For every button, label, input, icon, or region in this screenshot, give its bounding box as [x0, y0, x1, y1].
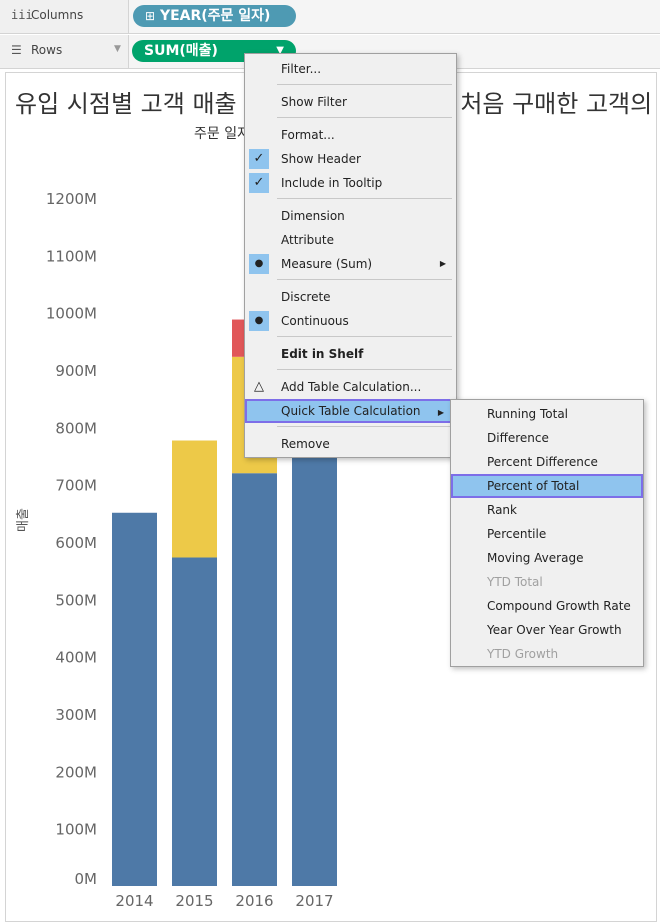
menu-item-percentile[interactable]: Percentile [451, 522, 643, 546]
menu-item-percent-of-total[interactable]: Percent of Total [451, 474, 643, 498]
quick-table-calculation-submenu: Running Total Difference Percent Differenc… [450, 399, 644, 667]
menu-item-continuous[interactable]: ● Continuous [245, 309, 456, 333]
menu-item-label: Show Filter [281, 95, 347, 109]
menu-item-show-header[interactable]: ✓ Show Header [245, 147, 456, 171]
menu-item-moving-average[interactable]: Moving Average [451, 546, 643, 570]
x-tick-label: 2016 [235, 892, 273, 910]
menu-item-label: Include in Tooltip [281, 176, 383, 190]
y-tick-label: 500M [55, 591, 97, 609]
submenu-arrow-icon: ▶ [437, 408, 444, 417]
menu-separator [277, 84, 452, 85]
menu-item-label: Discrete [281, 290, 331, 304]
y-tick-label: 1100M [46, 247, 97, 265]
menu-item-label: Running Total [487, 407, 569, 421]
menu-item-label: Year Over Year Growth [487, 623, 622, 637]
submenu-arrow-icon: ▶ [439, 259, 446, 268]
menu-item-label: Moving Average [487, 551, 584, 565]
menu-item-label: Percent of Total [487, 479, 580, 493]
menu-item-quick-table-calculation[interactable]: Quick Table Calculation ▶ [245, 399, 456, 423]
checkmark-icon: ✓ [249, 173, 269, 193]
menu-item-label: Format... [281, 128, 335, 142]
menu-item-label: Edit in Shelf [281, 347, 364, 361]
menu-item-label: Dimension [281, 209, 345, 223]
y-tick-label: 400M [55, 649, 97, 667]
menu-separator [277, 117, 452, 118]
y-tick-label: 200M [55, 763, 97, 781]
menu-item-year-over-year-growth[interactable]: Year Over Year Growth [451, 618, 643, 642]
menu-item-label: Remove [281, 437, 330, 451]
menu-item-label: Difference [487, 431, 549, 445]
bar-segment-2017-0[interactable] [292, 421, 337, 886]
menu-item-label: Filter... [281, 62, 322, 76]
menu-item-edit-in-shelf[interactable]: Edit in Shelf [245, 342, 456, 366]
y-tick-label: 1200M [46, 190, 97, 208]
menu-item-label: YTD Growth [487, 647, 559, 661]
menu-item-label: Quick Table Calculation [281, 404, 421, 418]
menu-item-add-table-calculation[interactable]: △ Add Table Calculation... [245, 375, 456, 399]
menu-item-discrete[interactable]: Discrete [245, 285, 456, 309]
y-tick-label: 0M [75, 870, 98, 888]
y-tick-label: 800M [55, 419, 97, 437]
delta-icon: △ [254, 379, 264, 394]
menu-item-remove[interactable]: Remove [245, 432, 456, 456]
menu-item-compound-growth-rate[interactable]: Compound Growth Rate [451, 594, 643, 618]
menu-item-percent-difference[interactable]: Percent Difference [451, 450, 643, 474]
menu-item-dimension[interactable]: Dimension [245, 204, 456, 228]
menu-separator [277, 336, 452, 337]
menu-item-filter[interactable]: Filter... [245, 57, 456, 81]
bar-segment-2016-0[interactable] [232, 473, 277, 886]
menu-item-measure-sum[interactable]: ● Measure (Sum) ▶ [245, 252, 456, 276]
menu-item-label: Compound Growth Rate [487, 599, 631, 613]
context-menu: Filter... Show Filter Format... ✓ Show Heade… [244, 53, 457, 458]
y-axis-label: 매출 [16, 508, 31, 532]
bar-segment-2015-1[interactable] [172, 440, 217, 558]
menu-item-running-total[interactable]: Running Total [451, 402, 643, 426]
menu-item-difference[interactable]: Difference [451, 426, 643, 450]
menu-separator [277, 279, 452, 280]
checkmark-icon: ✓ [249, 149, 269, 169]
menu-item-label: Rank [487, 503, 517, 517]
menu-separator [277, 426, 452, 427]
menu-item-rank[interactable]: Rank [451, 498, 643, 522]
x-tick-label: 2017 [295, 892, 333, 910]
menu-item-include-in-tooltip[interactable]: ✓ Include in Tooltip [245, 171, 456, 195]
menu-item-format[interactable]: Format... [245, 123, 456, 147]
menu-item-label: Percentile [487, 527, 547, 541]
y-tick-label: 100M [55, 821, 97, 839]
menu-item-label: Percent Difference [487, 455, 598, 469]
menu-separator [277, 198, 452, 199]
y-tick-label: 900M [55, 362, 97, 380]
menu-item-label: Add Table Calculation... [281, 380, 422, 394]
bullet-icon: ● [249, 311, 269, 331]
x-tick-label: 2015 [175, 892, 213, 910]
menu-item-label: Show Header [281, 152, 361, 166]
y-tick-label: 1000M [46, 305, 97, 323]
bullet-icon: ● [249, 254, 269, 274]
y-tick-label: 300M [55, 706, 97, 724]
menu-item-ytd-total: YTD Total [451, 570, 643, 594]
menu-item-label: YTD Total [487, 575, 543, 589]
menu-item-label: Continuous [281, 314, 349, 328]
menu-item-ytd-growth: YTD Growth [451, 642, 643, 666]
y-tick-label: 600M [55, 534, 97, 552]
menu-item-label: Measure (Sum) [281, 257, 373, 271]
bar-segment-2015-0[interactable] [172, 557, 217, 886]
menu-item-show-filter[interactable]: Show Filter [245, 90, 456, 114]
x-tick-label: 2014 [115, 892, 153, 910]
menu-item-attribute[interactable]: Attribute [245, 228, 456, 252]
menu-separator [277, 369, 452, 370]
menu-item-label: Attribute [281, 233, 334, 247]
bar-segment-2014-0[interactable] [112, 512, 157, 886]
y-tick-label: 700M [55, 477, 97, 495]
